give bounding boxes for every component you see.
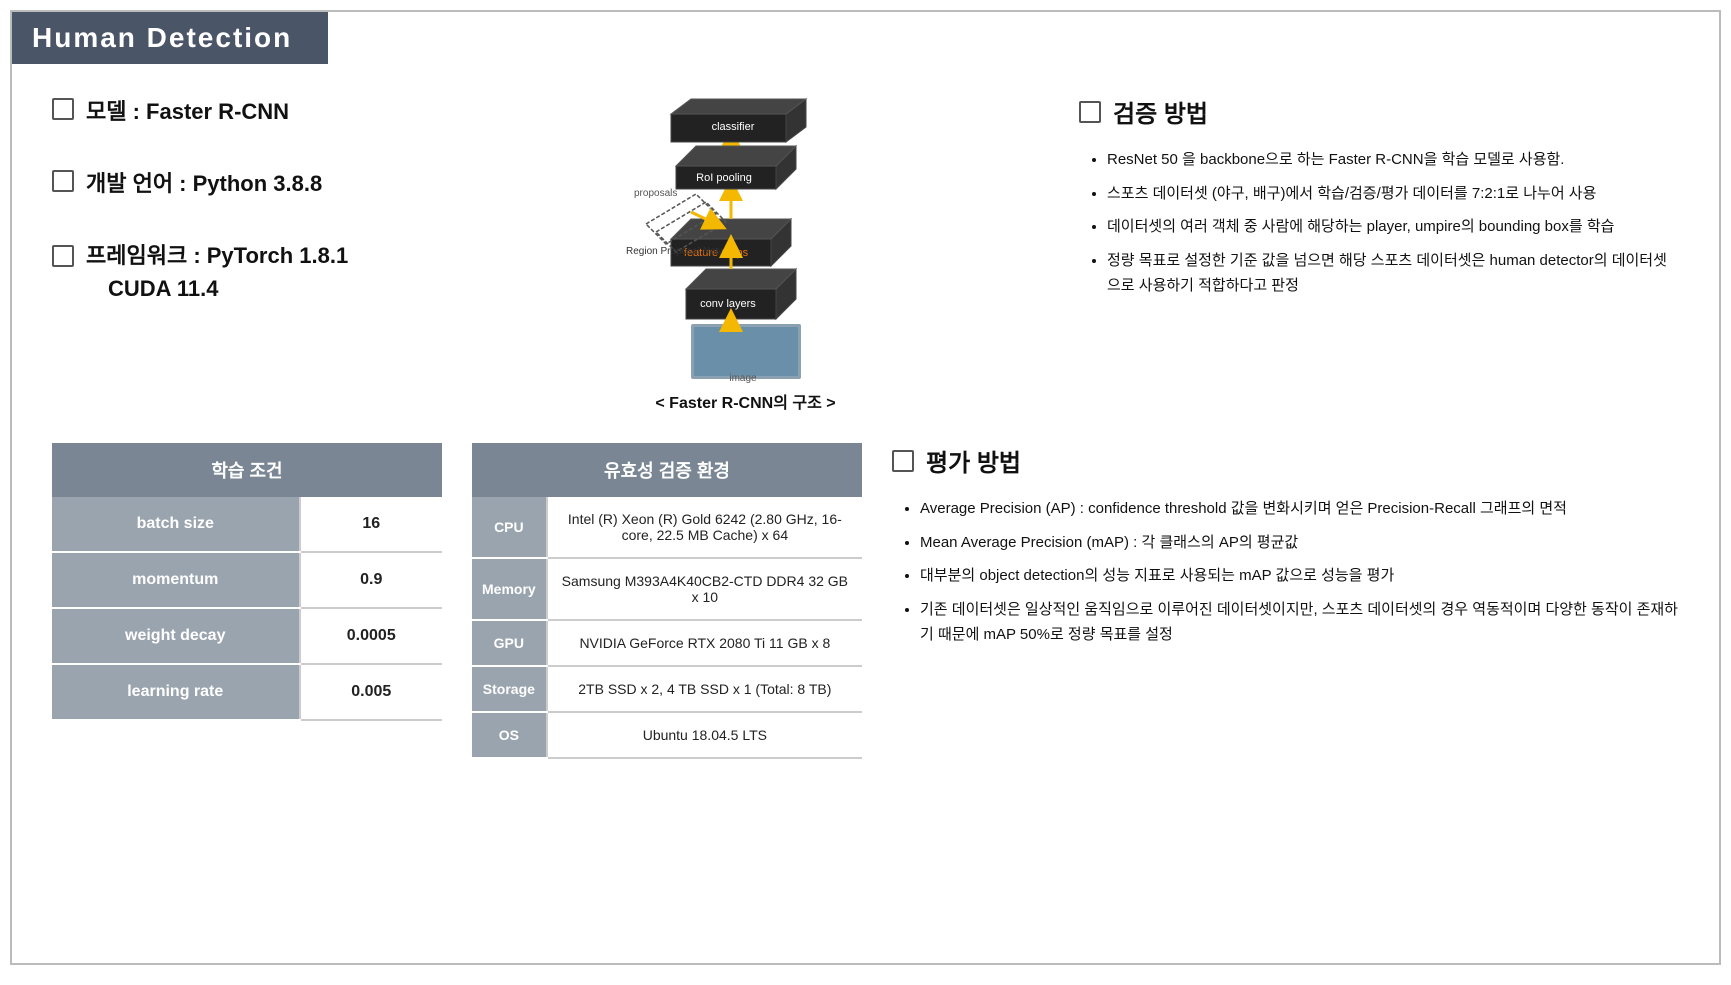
eval-title: 평가 방법 [892,443,1679,478]
page-title: Human Detection [32,22,292,53]
framework-label-line2: CUDA 11.4 [86,276,218,301]
env-table-header: 유효성 검증 환경 [472,443,862,497]
param-learning-rate: learning rate [52,664,300,720]
table-row: OS Ubuntu 18.04.5 LTS [472,712,862,758]
verification-title: 검증 방법 [1079,94,1679,129]
image-label: image [729,373,757,384]
bullet-item: 데이터셋의 여러 객체 중 사람에 해당하는 player, umpire의 b… [1107,214,1679,240]
env-label-os: OS [472,712,547,758]
bottom-section: 학습 조건 batch size 16 momentum 0.9 [12,433,1719,779]
env-label-storage: Storage [472,666,547,712]
env-label-memory: Memory [472,558,547,620]
param-batch-size: batch size [52,497,300,552]
value-momentum: 0.9 [300,552,443,608]
table-row: Storage 2TB SSD x 2, 4 TB SSD x 1 (Total… [472,666,862,712]
framework-label-line1: 프레임워크 : PyTorch 1.8.1 [86,238,348,270]
top-content: 모델 : Faster R-CNN 개발 언어 : Python 3.8.8 프… [12,64,1719,433]
eval-bullet-item: Average Precision (AP) : confidence thre… [920,496,1679,522]
param-weight-decay: weight decay [52,608,300,664]
table-row: Memory Samsung M393A4K40CB2-CTD DDR4 32 … [472,558,862,620]
value-learning-rate: 0.005 [300,664,443,720]
bullet-item: 스포츠 데이터셋 (야구, 배구)에서 학습/검증/평가 데이터를 7:2:1로… [1107,181,1679,207]
training-table: 학습 조건 batch size 16 momentum 0.9 [52,443,442,721]
checkbox-icon-lang [52,170,74,192]
header-bar: Human Detection [12,12,328,64]
table-row: learning rate 0.005 [52,664,442,720]
language-label: 개발 언어 : Python 3.8.8 [86,166,322,198]
env-value-cpu: Intel (R) Xeon (R) Gold 6242 (2.80 GHz, … [547,497,862,558]
diagram-caption: < Faster R-CNN의 구조 > [655,389,835,413]
env-value-gpu: NVIDIA GeForce RTX 2080 Ti 11 GB x 8 [547,620,862,666]
verification-bullets: ResNet 50 을 backbone으로 하는 Faster R-CNN을 … [1079,147,1679,299]
value-weight-decay: 0.0005 [300,608,443,664]
checkbox-icon-eval [892,450,914,472]
proposals-label: proposals [634,188,677,199]
training-table-header: 학습 조건 [52,443,442,497]
bullet-item: 정량 목표로 설정한 기준 값을 넘으면 해당 스포츠 데이터셋은 human … [1107,248,1679,299]
param-momentum: momentum [52,552,300,608]
table-row: weight decay 0.0005 [52,608,442,664]
checkbox-icon-framework [52,245,74,267]
center-diagram-panel: conv layers feature maps proposals Regio… [432,94,1059,413]
table-row: CPU Intel (R) Xeon (R) Gold 6242 (2.80 G… [472,497,862,558]
checkbox-icon-verify [1079,101,1101,123]
language-item: 개발 언어 : Python 3.8.8 [52,166,432,198]
eval-panel: 평가 방법 Average Precision (AP) : confidenc… [892,443,1679,656]
model-item: 모델 : Faster R-CNN [52,94,432,126]
framework-item: 프레임워크 : PyTorch 1.8.1 CUDA 11.4 [52,238,432,302]
table-row: GPU NVIDIA GeForce RTX 2080 Ti 11 GB x 8 [472,620,862,666]
roi-pooling-label: RoI pooling [696,172,752,184]
table-row: batch size 16 [52,497,442,552]
env-label-cpu: CPU [472,497,547,558]
env-table-container: 유효성 검증 환경 CPU Intel (R) Xeon (R) Gold 62… [472,443,862,759]
env-table: 유효성 검증 환경 CPU Intel (R) Xeon (R) Gold 62… [472,443,862,759]
faster-rcnn-diagram: conv layers feature maps proposals Regio… [616,94,876,384]
checkbox-icon-model [52,98,74,120]
eval-bullets: Average Precision (AP) : confidence thre… [892,496,1679,648]
env-label-gpu: GPU [472,620,547,666]
eval-bullet-item: 기존 데이터셋은 일상적인 움직임으로 이루어진 데이터셋이지만, 스포츠 데이… [920,597,1679,648]
env-value-os: Ubuntu 18.04.5 LTS [547,712,862,758]
env-value-storage: 2TB SSD x 2, 4 TB SSD x 1 (Total: 8 TB) [547,666,862,712]
rpn-label: Region Proposal Network [626,246,740,257]
table-row: momentum 0.9 [52,552,442,608]
model-label: 모델 : Faster R-CNN [86,94,289,126]
eval-bullet-item: 대부분의 object detection의 성능 지표로 사용되는 mAP 값… [920,563,1679,589]
training-table-container: 학습 조건 batch size 16 momentum 0.9 [52,443,442,721]
left-panel: 모델 : Faster R-CNN 개발 언어 : Python 3.8.8 프… [52,94,432,413]
eval-bullet-item: Mean Average Precision (mAP) : 각 클래스의 AP… [920,530,1679,556]
bullet-item: ResNet 50 을 backbone으로 하는 Faster R-CNN을 … [1107,147,1679,173]
classifier-label: classifier [711,121,754,133]
value-batch-size: 16 [300,497,443,552]
env-value-memory: Samsung M393A4K40CB2-CTD DDR4 32 GB x 10 [547,558,862,620]
right-top-panel: 검증 방법 ResNet 50 을 backbone으로 하는 Faster R… [1059,94,1679,413]
conv-layers-label: conv layers [700,298,756,310]
